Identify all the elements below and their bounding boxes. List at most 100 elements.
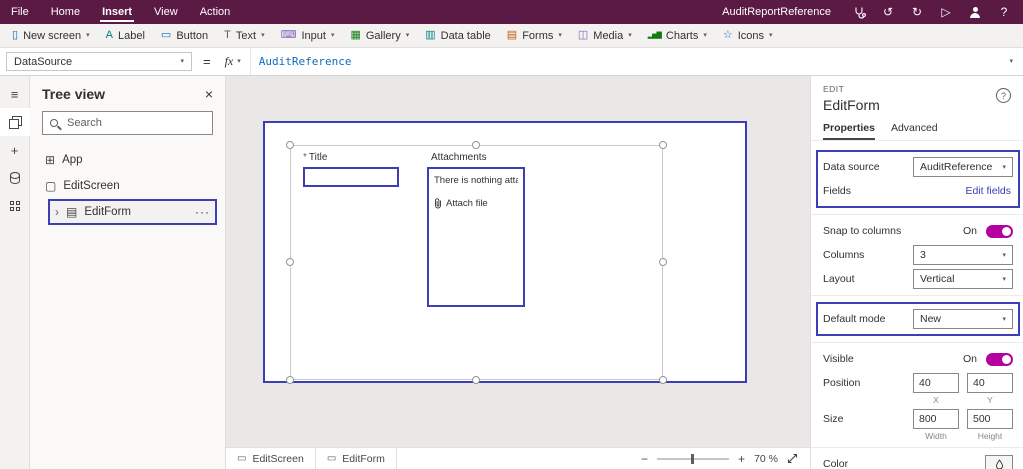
chevron-down-icon: ▾ (1002, 315, 1006, 323)
snap-toggle-state: On (962, 225, 977, 237)
tree-item-app[interactable]: ⊞ App (38, 147, 217, 173)
size-width-input[interactable]: 800 (913, 409, 959, 429)
position-sublabels: X Y (823, 395, 1013, 405)
attachments-control[interactable]: There is nothing atta... Attach file (427, 167, 525, 307)
menu-home[interactable]: Home (40, 0, 91, 24)
close-icon[interactable]: × (205, 86, 213, 102)
insert-plus-icon[interactable]: + (0, 136, 30, 164)
title-text-input[interactable] (303, 167, 399, 187)
new-screen-icon: ▯ (12, 29, 19, 41)
size-height-input[interactable]: 500 (967, 409, 1013, 429)
ribbon-label-control[interactable]: A Label (98, 24, 153, 47)
menu-insert[interactable]: Insert (91, 0, 143, 24)
statusbar-tab-label: EditForm (342, 452, 385, 465)
tab-properties[interactable]: Properties (823, 122, 875, 140)
selection-handle[interactable] (286, 258, 294, 266)
edit-fields-link[interactable]: Edit fields (913, 185, 1013, 197)
undo-icon[interactable]: ↺ (881, 6, 895, 18)
ribbon-label: Gallery (365, 29, 401, 42)
fx-selector[interactable]: fx ▾ (216, 48, 251, 75)
zoom-slider-handle[interactable] (691, 453, 695, 464)
ribbon-label: Forms (522, 29, 554, 42)
layout-dropdown[interactable]: Vertical ▾ (913, 269, 1013, 289)
columns-row: Columns 3 ▾ (823, 245, 1013, 265)
position-x-input[interactable]: 40 (913, 373, 959, 393)
selection-handle[interactable] (659, 141, 667, 149)
edit-kicker: EDIT (823, 84, 845, 94)
chevron-down-icon: ▾ (1009, 58, 1013, 65)
fields-row: Fields Edit fields (823, 181, 1013, 201)
statusbar-tab-editscreen[interactable]: ▭ EditScreen (226, 448, 316, 469)
formula-input[interactable] (250, 48, 1000, 75)
input-icon: ⌨ (280, 29, 297, 41)
droplet-icon (995, 458, 1003, 469)
zoom-value: 70 % (754, 452, 778, 465)
selection-handle[interactable] (659, 258, 667, 266)
more-options-icon[interactable]: ··· (195, 205, 210, 219)
panel-help-icon[interactable]: ? (996, 88, 1011, 103)
hamburger-menu-icon[interactable]: ≡ (0, 80, 30, 108)
formula-bar-expand[interactable]: ▾ (999, 48, 1023, 75)
ribbon-text[interactable]: T Text ▾ (216, 24, 272, 47)
menu-view[interactable]: View (143, 0, 189, 24)
visible-label: Visible (823, 353, 854, 365)
chevron-right-icon[interactable]: › (55, 206, 59, 218)
help-icon[interactable]: ? (997, 6, 1011, 18)
redo-icon[interactable]: ↻ (910, 6, 924, 18)
chevron-down-icon: ▾ (1002, 251, 1006, 259)
statusbar-tab-editform[interactable]: ▭ EditForm (316, 448, 397, 469)
person-icon[interactable] (968, 6, 982, 18)
tree-search-box (42, 111, 213, 135)
ribbon-button[interactable]: ▭ Button (153, 24, 216, 47)
attach-file-button[interactable]: Attach file (434, 198, 518, 209)
color-picker-button[interactable] (985, 455, 1013, 469)
gallery-icon: ▦ (350, 29, 361, 41)
zoom-controls: − + 70 % (641, 453, 810, 465)
columns-dropdown[interactable]: 3 ▾ (913, 245, 1013, 265)
tree-list: ⊞ App ▢ EditScreen › ▤ EditForm ··· (30, 147, 225, 225)
canvas-area: * Title Attachments There is nothing atta… (226, 76, 810, 469)
zoom-slider[interactable] (657, 453, 730, 464)
snap-toggle[interactable] (986, 224, 1013, 238)
app-checker-icon[interactable] (852, 6, 866, 19)
visible-toggle-state: On (962, 353, 977, 365)
ribbon-label: Media (593, 29, 624, 42)
ribbon-new-screen[interactable]: ▯ New screen ▾ (4, 24, 98, 47)
position-label: Position (823, 377, 861, 389)
menu-file[interactable]: File (0, 0, 40, 24)
play-icon[interactable]: ▷ (939, 6, 953, 18)
chevron-down-icon: ▾ (769, 32, 773, 39)
data-sources-icon[interactable] (0, 164, 30, 192)
data-source-dropdown[interactable]: AuditReference ▾ (913, 157, 1013, 177)
selection-handle[interactable] (659, 376, 667, 384)
menu-action[interactable]: Action (189, 0, 242, 24)
canvas-artboard[interactable]: * Title Attachments There is nothing atta… (263, 121, 747, 384)
canvas-main[interactable]: * Title Attachments There is nothing atta… (226, 76, 810, 447)
visible-toggle[interactable] (986, 352, 1013, 366)
position-y-input[interactable]: 40 (967, 373, 1013, 393)
advanced-tools-icon[interactable] (0, 192, 30, 220)
ribbon-label: New screen (23, 29, 82, 42)
selection-handle[interactable] (286, 141, 294, 149)
search-input[interactable] (65, 116, 211, 130)
ribbon-icons[interactable]: ☆ Icons ▾ (715, 24, 781, 47)
zoom-in-button[interactable]: + (738, 453, 745, 465)
ribbon-charts[interactable]: ▂▅▇ Charts ▾ (640, 24, 715, 47)
tree-item-editform[interactable]: › ▤ EditForm ··· (48, 199, 217, 225)
default-mode-dropdown[interactable]: New ▾ (913, 309, 1013, 329)
selection-handle[interactable] (472, 141, 480, 149)
property-selector[interactable]: DataSource ▾ (6, 52, 192, 71)
ribbon-data-table[interactable]: ▥ Data table (417, 24, 499, 47)
ribbon-forms[interactable]: ▤ Forms ▾ (499, 24, 570, 47)
tree-item-editscreen[interactable]: ▢ EditScreen (38, 173, 217, 199)
ribbon-media[interactable]: ◫ Media ▾ (570, 24, 640, 47)
fit-to-window-icon[interactable] (787, 453, 798, 464)
tab-advanced[interactable]: Advanced (891, 122, 938, 140)
ribbon-gallery[interactable]: ▦ Gallery ▾ (342, 24, 417, 47)
selection-handle[interactable] (286, 376, 294, 384)
selection-handle[interactable] (472, 376, 480, 384)
zoom-out-button[interactable]: − (641, 453, 648, 465)
default-mode-value: New (920, 313, 942, 325)
tree-view-icon[interactable] (0, 108, 30, 136)
ribbon-input[interactable]: ⌨ Input ▾ (273, 24, 343, 47)
